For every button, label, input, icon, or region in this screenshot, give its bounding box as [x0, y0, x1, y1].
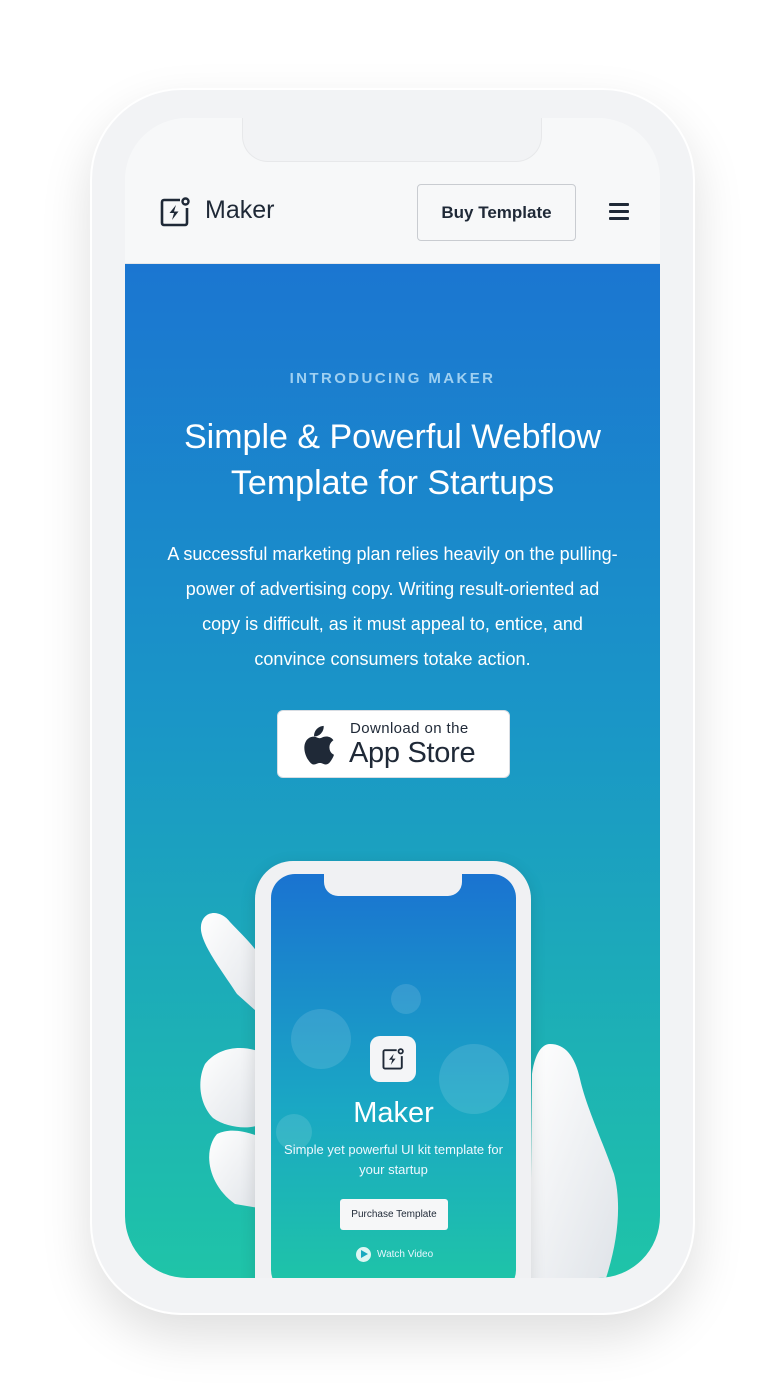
mockup-title: Maker [353, 1097, 434, 1129]
mockup-watch-video-label: Watch Video [377, 1249, 434, 1260]
mockup-purchase-button: Purchase Template [340, 1199, 448, 1230]
mockup-watch-video: Watch Video [356, 1247, 433, 1262]
app-store-small-text: Download on the [350, 720, 469, 737]
mockup-notch [324, 874, 462, 896]
app-store-big-text: App Store [349, 737, 476, 769]
brand-name[interactable]: Maker [205, 196, 274, 225]
phone-screen: Maker Buy Template INTRODUCING MAKER Sim… [125, 118, 660, 1278]
app-store-button[interactable]: Download on the App Store [277, 710, 510, 778]
mockup-subtitle: Simple yet powerful UI kit template for … [284, 1142, 503, 1177]
buy-template-button[interactable]: Buy Template [417, 184, 576, 241]
mockup-logo-icon [370, 1036, 416, 1082]
hand-right-illustration [530, 1044, 619, 1278]
hero-description: A successful marketing plan relies heavi… [167, 544, 618, 669]
logo-icon[interactable] [160, 197, 190, 227]
hero-section: INTRODUCING MAKER Simple & Powerful Webf… [125, 264, 660, 1278]
play-icon [356, 1247, 371, 1262]
phone-notch [242, 118, 542, 162]
hero-eyebrow: INTRODUCING MAKER [289, 370, 496, 387]
apple-icon [304, 725, 335, 765]
mockup-phone-screen: Maker Simple yet powerful UI kit templat… [271, 874, 516, 1278]
hamburger-menu-icon[interactable] [609, 203, 629, 221]
hero-title: Simple & Powerful Webflow Template for S… [184, 418, 601, 502]
